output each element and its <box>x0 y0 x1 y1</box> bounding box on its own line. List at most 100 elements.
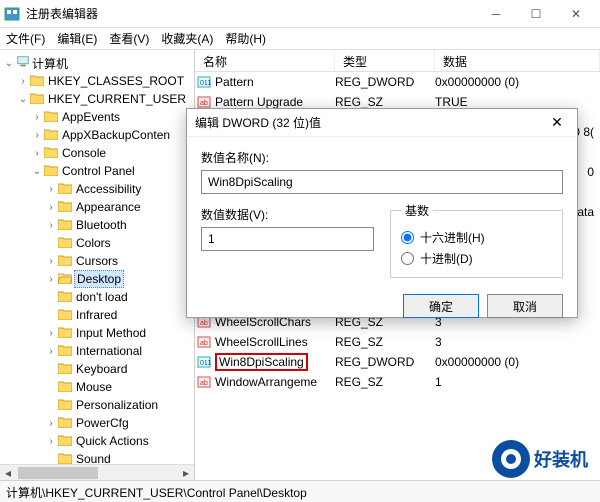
sz-icon: ab <box>195 95 213 109</box>
tree-item[interactable]: AppEvents <box>60 109 122 125</box>
tree-item[interactable]: Quick Actions <box>74 433 151 449</box>
tree-hscrollbar[interactable]: ◂ ▸ <box>0 464 194 480</box>
status-bar: 计算机\HKEY_CURRENT_USER\Control Panel\Desk… <box>0 480 600 502</box>
tree-hkcu[interactable]: HKEY_CURRENT_USER <box>46 91 188 107</box>
tree-item[interactable]: Console <box>60 145 108 161</box>
dialog-close-button[interactable]: ✕ <box>545 114 569 131</box>
list-row[interactable]: ab WindowArrangeme REG_SZ 1 <box>195 372 600 392</box>
expand-icon[interactable]: ⌄ <box>30 166 44 177</box>
folder-icon <box>58 380 74 394</box>
list-row-highlighted[interactable]: 011 Win8DpiScaling REG_DWORD 0x00000000 … <box>195 352 600 372</box>
menu-favorites[interactable]: 收藏夹(A) <box>161 30 213 47</box>
tree-item[interactable]: don't load <box>74 289 130 305</box>
tree-item[interactable]: AppXBackupConten <box>60 127 172 143</box>
dword-icon: 011 <box>195 355 213 369</box>
tree-hkcr[interactable]: HKEY_CLASSES_ROOT <box>46 73 186 89</box>
minimize-button[interactable]: ─ <box>476 0 516 28</box>
col-type[interactable]: 类型 <box>335 50 435 71</box>
menu-edit[interactable]: 编辑(E) <box>57 30 97 47</box>
expand-icon[interactable]: › <box>44 184 58 195</box>
col-data[interactable]: 数据 <box>435 50 600 71</box>
folder-icon <box>58 254 74 268</box>
tree-item[interactable]: Cursors <box>74 253 120 269</box>
col-name[interactable]: 名称 <box>195 50 335 71</box>
app-icon <box>4 6 20 22</box>
folder-icon <box>58 200 74 214</box>
edit-dword-dialog: 编辑 DWORD (32 位)值 ✕ 数值名称(N): 数值数据(V): 基数 … <box>186 108 578 318</box>
radio-hex-input[interactable] <box>401 231 414 244</box>
value-data: 0x00000000 (0) <box>435 75 600 89</box>
expand-icon[interactable]: › <box>44 418 58 429</box>
value-name-input[interactable] <box>201 170 563 194</box>
expand-icon[interactable]: › <box>44 256 58 267</box>
tree-item[interactable]: Input Method <box>74 325 148 341</box>
value-data: TRUE <box>435 95 600 109</box>
radio-dec-input[interactable] <box>401 252 414 265</box>
tree-item[interactable]: Keyboard <box>74 361 129 377</box>
folder-icon <box>44 128 60 142</box>
value-name: Win8DpiScaling <box>213 355 335 369</box>
tree-root[interactable]: 计算机 <box>30 54 70 73</box>
expand-icon[interactable]: › <box>30 130 44 141</box>
expand-icon[interactable]: › <box>44 202 58 213</box>
tree-item[interactable]: Infrared <box>74 307 119 323</box>
tree-item[interactable]: Personalization <box>74 397 160 413</box>
computer-icon <box>16 55 30 72</box>
title-bar: 注册表编辑器 ─ ☐ ✕ <box>0 0 600 28</box>
expand-icon[interactable]: › <box>44 274 58 285</box>
value-name: Pattern Upgrade <box>213 95 335 109</box>
value-data-input[interactable] <box>201 227 374 251</box>
tree-item[interactable]: Mouse <box>74 379 114 395</box>
list-row[interactable]: ab WheelScrollLines REG_SZ 3 <box>195 332 600 352</box>
watermark-text: 好装机 <box>534 446 588 472</box>
list-row[interactable]: 011 Pattern REG_DWORD 0x00000000 (0) <box>195 72 600 92</box>
cancel-button[interactable]: 取消 <box>487 294 563 318</box>
expand-icon[interactable]: › <box>44 220 58 231</box>
expand-icon[interactable]: › <box>30 112 44 123</box>
folder-icon <box>58 362 74 376</box>
value-name: WheelScrollLines <box>213 335 335 349</box>
value-data: 3 <box>435 335 600 349</box>
folder-icon <box>58 398 74 412</box>
tree-item-desktop[interactable]: Desktop <box>74 270 124 288</box>
scroll-right-icon[interactable]: ▸ <box>178 466 194 480</box>
scroll-left-icon[interactable]: ◂ <box>0 466 16 480</box>
value-name: Pattern <box>213 75 335 89</box>
value-type: REG_DWORD <box>335 75 435 89</box>
value-name: WindowArrangeme <box>213 375 335 389</box>
tree-item[interactable]: Accessibility <box>74 181 143 197</box>
dword-icon: 011 <box>195 75 213 89</box>
expand-icon[interactable]: › <box>44 436 58 447</box>
ok-button[interactable]: 确定 <box>403 294 479 318</box>
expand-icon[interactable]: › <box>44 346 58 357</box>
folder-icon <box>44 164 60 178</box>
maximize-button[interactable]: ☐ <box>516 0 556 28</box>
tree-item[interactable]: PowerCfg <box>74 415 131 431</box>
expand-icon[interactable]: › <box>30 148 44 159</box>
radio-dec[interactable]: 十进制(D) <box>401 250 552 267</box>
folder-icon <box>44 110 60 124</box>
tree-item[interactable]: Control Panel <box>60 163 137 179</box>
radio-hex[interactable]: 十六进制(H) <box>401 229 552 246</box>
close-button[interactable]: ✕ <box>556 0 596 28</box>
scroll-thumb[interactable] <box>18 467 98 479</box>
tree-item[interactable]: Colors <box>74 235 113 251</box>
expand-icon[interactable]: › <box>16 76 30 87</box>
expand-icon[interactable]: › <box>44 328 58 339</box>
tree-panel: ⌄ 计算机 › HKEY_CLASSES_ROOT ⌄ HKEY_CURRENT_U… <box>0 50 195 480</box>
folder-icon <box>58 308 74 322</box>
menu-help[interactable]: 帮助(H) <box>225 30 266 47</box>
menu-view[interactable]: 查看(V) <box>109 30 149 47</box>
folder-icon <box>58 290 74 304</box>
folder-icon <box>30 92 46 106</box>
tree-item[interactable]: Bluetooth <box>74 217 129 233</box>
expand-icon[interactable]: ⌄ <box>16 94 30 105</box>
expand-icon[interactable]: ⌄ <box>2 58 16 69</box>
menu-file[interactable]: 文件(F) <box>6 30 45 47</box>
folder-open-icon <box>58 272 74 286</box>
value-type: REG_SZ <box>335 375 435 389</box>
tree-item[interactable]: International <box>74 343 144 359</box>
folder-icon <box>58 236 74 250</box>
tree-item[interactable]: Appearance <box>74 199 143 215</box>
svg-text:ab: ab <box>200 100 208 107</box>
